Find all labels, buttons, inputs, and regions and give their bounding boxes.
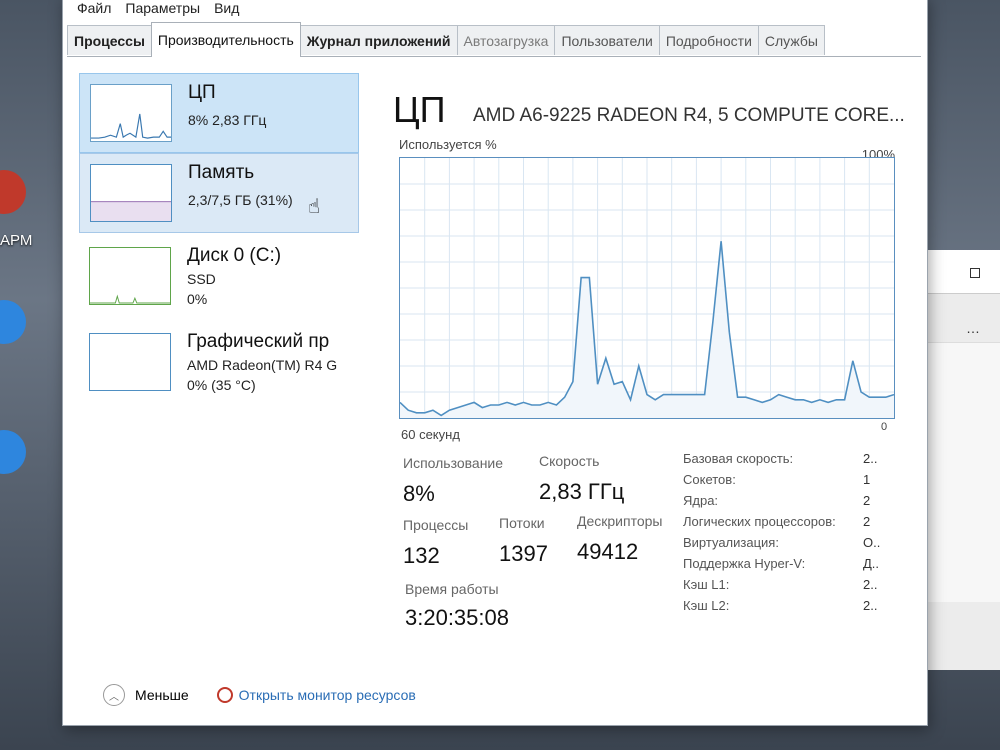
processes-label: Процессы (403, 517, 469, 533)
gpu-usage: 0% (35 °C) (187, 377, 256, 393)
footer: ︿ Меньше Открыть монитор ресурсов (103, 683, 416, 707)
desktop-app-icon[interactable] (0, 170, 26, 214)
chevron-up-icon[interactable]: ︿ (103, 684, 125, 706)
menu-options[interactable]: Параметры (125, 0, 200, 16)
spec-label: Логических процессоров: (683, 514, 836, 529)
tab-details[interactable]: Подробности (658, 25, 759, 55)
graph-min-label: 0 (881, 421, 888, 433)
fewer-details-link[interactable]: Меньше (135, 687, 189, 703)
menu-file[interactable]: Файл (77, 0, 111, 16)
uptime-value: 3:20:35:08 (405, 605, 509, 630)
desktop-label: АРМ (0, 232, 33, 249)
task-manager-window: Файл Параметры Вид Процессы Производител… (62, 0, 928, 726)
ie-icon[interactable] (0, 300, 26, 344)
disk-title: Диск 0 (C:) (187, 245, 282, 266)
open-resource-monitor-link[interactable]: Открыть монитор ресурсов (239, 687, 416, 703)
graph-axis-label: Используется % (399, 137, 497, 152)
spec-value: 2.. (863, 451, 878, 466)
memory-title: Память (188, 162, 255, 183)
sidebar-item-memory[interactable]: Память 2,3/7,5 ГБ (31%) ☝ (79, 153, 359, 233)
spec-label: Поддержка Hyper-V: (683, 556, 806, 571)
cpu-model-name: AMD A6-9225 RADEON R4, 5 COMPUTE CORE... (473, 105, 905, 126)
menu-view[interactable]: Вид (214, 0, 239, 16)
maximize-icon[interactable] (970, 268, 980, 278)
spec-value: Д.. (863, 556, 880, 571)
more-icon[interactable]: … (966, 320, 980, 336)
disk-thumbnail-graph (89, 247, 171, 305)
sidebar-item-disk[interactable]: Диск 0 (C:) SSD 0% (79, 237, 359, 317)
sidebar-item-cpu[interactable]: ЦП 8% 2,83 ГГц (79, 73, 359, 153)
spec-value: 2 (863, 514, 871, 529)
spec-label: Ядра: (683, 493, 719, 508)
tab-users[interactable]: Пользователи (554, 25, 660, 55)
menu-bar: Файл Параметры Вид (63, 0, 927, 19)
speed-value: 2,83 ГГц (539, 479, 625, 504)
resource-list: ЦП 8% 2,83 ГГц Память 2,3/7,5 ГБ (31%) ☝… (71, 61, 365, 661)
tab-processes[interactable]: Процессы (67, 25, 152, 55)
graph-time-label: 60 секунд (401, 427, 460, 442)
spec-value: 2.. (863, 598, 878, 613)
spec-value: 2.. (863, 577, 878, 592)
spec-value: 1 (863, 472, 871, 487)
gpu-title: Графический пр (187, 331, 330, 352)
threads-value: 1397 (499, 541, 548, 566)
page-title: ЦП (393, 89, 446, 130)
disk-type: SSD (187, 271, 216, 287)
threads-label: Потоки (499, 515, 545, 531)
gpu-model: AMD Radeon(TM) R4 G (187, 357, 338, 373)
hand-cursor-icon: ☝ (308, 196, 321, 218)
tab-services[interactable]: Службы (757, 25, 825, 55)
spec-value: О.. (863, 535, 881, 550)
spec-label: Виртуализация: (683, 535, 779, 550)
spec-label: Кэш L1: (683, 577, 730, 592)
tab-app-history[interactable]: Журнал приложений (299, 25, 458, 55)
gpu-thumbnail-graph (89, 333, 171, 391)
usage-label: Использование (403, 455, 504, 471)
cpu-summary: 8% 2,83 ГГц (188, 112, 267, 128)
usage-value: 8% (403, 481, 435, 506)
handles-value: 49412 (577, 539, 639, 564)
uptime-label: Время работы (405, 581, 499, 597)
speed-label: Скорость (539, 453, 600, 469)
memory-summary: 2,3/7,5 ГБ (31%) (188, 192, 293, 208)
sidebar-item-gpu[interactable]: Графический пр AMD Radeon(TM) R4 G 0% (3… (79, 323, 359, 403)
spec-value: 2 (863, 493, 871, 508)
processes-value: 132 (403, 543, 440, 568)
spec-label: Базовая скорость: (683, 451, 794, 466)
disk-usage: 0% (187, 291, 208, 307)
ie-icon-2[interactable] (0, 430, 26, 474)
handles-label: Дескрипторы (577, 513, 663, 529)
tab-startup[interactable]: Автозагрузка (456, 25, 556, 55)
cpu-title: ЦП (188, 82, 216, 103)
spec-label: Кэш L2: (683, 598, 730, 613)
spec-label: Сокетов: (683, 472, 736, 487)
resource-monitor-icon (216, 687, 233, 703)
cpu-thumbnail-graph (90, 84, 172, 142)
tab-bar: Процессы Производительность Журнал прило… (67, 21, 921, 57)
memory-thumbnail-graph (90, 164, 172, 222)
tab-performance[interactable]: Производительность (150, 22, 301, 57)
cpu-usage-graph (399, 157, 895, 419)
